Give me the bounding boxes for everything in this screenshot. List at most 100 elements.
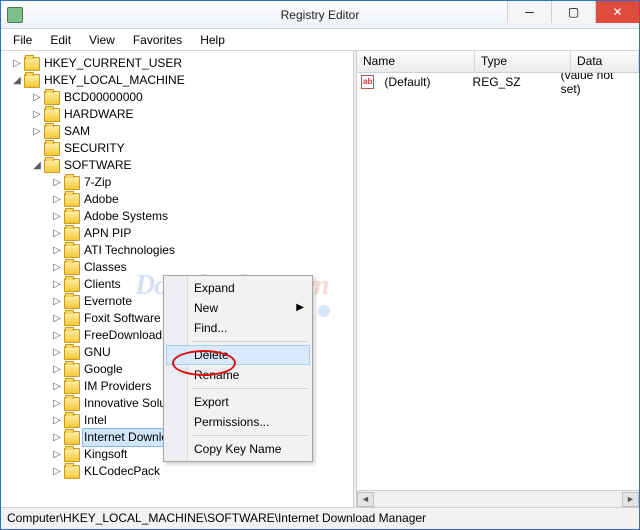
- menu-favorites[interactable]: Favorites: [125, 31, 190, 49]
- col-type[interactable]: Type: [475, 51, 571, 72]
- folder-icon: [64, 227, 80, 241]
- tree-key-software-child[interactable]: ▷ATI Technologies: [5, 242, 353, 259]
- expand-icon[interactable]: ▷: [51, 174, 63, 191]
- value-data: (value not set): [555, 73, 639, 96]
- folder-icon: [64, 210, 80, 224]
- folder-icon: [64, 244, 80, 258]
- folder-icon: [64, 414, 80, 428]
- titlebar: Registry Editor ─ ▢ ✕: [1, 1, 639, 29]
- expand-icon[interactable]: ▷: [51, 395, 63, 412]
- folder-icon: [64, 431, 80, 445]
- folder-icon: [64, 465, 80, 479]
- folder-icon: [64, 346, 80, 360]
- minimize-button[interactable]: ─: [507, 1, 551, 23]
- ctx-delete[interactable]: Delete: [166, 345, 310, 365]
- expand-icon[interactable]: ▷: [51, 293, 63, 310]
- expand-icon[interactable]: ▷: [51, 242, 63, 259]
- menubar: File Edit View Favorites Help: [1, 29, 639, 51]
- expand-icon[interactable]: ▷: [51, 446, 63, 463]
- folder-icon: [64, 278, 80, 292]
- tree-key-hkcu[interactable]: ▷ HKEY_CURRENT_USER: [5, 55, 353, 72]
- tree-key-software-child[interactable]: ▷APN PIP: [5, 225, 353, 242]
- collapse-icon[interactable]: ◢: [31, 157, 43, 174]
- separator: [192, 388, 308, 389]
- expand-icon[interactable]: ▷: [51, 378, 63, 395]
- tree-key-hardware[interactable]: ▷ HARDWARE: [5, 106, 353, 123]
- expand-icon[interactable]: ▷: [51, 310, 63, 327]
- registry-editor-window: Registry Editor ─ ▢ ✕ File Edit View Fav…: [0, 0, 640, 530]
- folder-icon: [64, 329, 80, 343]
- tree-key-software[interactable]: ◢ SOFTWARE: [5, 157, 353, 174]
- tree-key-sam[interactable]: ▷ SAM: [5, 123, 353, 140]
- ctx-copy-key-name[interactable]: Copy Key Name: [166, 439, 310, 459]
- ctx-rename[interactable]: Rename: [166, 365, 310, 385]
- tree-key-software-child[interactable]: ▷Adobe: [5, 191, 353, 208]
- ctx-find[interactable]: Find...: [166, 318, 310, 338]
- expand-icon[interactable]: ▷: [51, 259, 63, 276]
- ctx-expand[interactable]: Expand: [166, 278, 310, 298]
- tree-key-software-child[interactable]: ▷Classes: [5, 259, 353, 276]
- ctx-new[interactable]: New ▶: [166, 298, 310, 318]
- value-row[interactable]: ab (Default) REG_SZ (value not set): [357, 73, 639, 90]
- expand-icon[interactable]: ▷: [51, 429, 63, 446]
- value-name: (Default): [378, 75, 466, 89]
- folder-icon: [64, 448, 80, 462]
- menu-edit[interactable]: Edit: [42, 31, 79, 49]
- tree-key-hklm[interactable]: ◢ HKEY_LOCAL_MACHINE: [5, 72, 353, 89]
- scroll-left-icon[interactable]: ◄: [357, 492, 374, 507]
- separator: [192, 341, 308, 342]
- tree-key-software-child[interactable]: ▷Adobe Systems: [5, 208, 353, 225]
- folder-icon: [24, 57, 40, 71]
- value-header: Name Type Data: [357, 51, 639, 73]
- folder-icon: [24, 74, 40, 88]
- folder-icon: [44, 91, 60, 105]
- content-area: ▷ HKEY_CURRENT_USER ◢ HKEY_LOCAL_MACHINE…: [1, 51, 639, 507]
- expand-icon[interactable]: ▷: [51, 344, 63, 361]
- tree-key-software-child[interactable]: ▷7-Zip: [5, 174, 353, 191]
- folder-icon: [44, 142, 60, 156]
- expand-icon[interactable]: ▷: [51, 276, 63, 293]
- string-value-icon: ab: [361, 75, 374, 89]
- expand-icon[interactable]: ▷: [51, 463, 63, 480]
- status-bar: Computer\HKEY_LOCAL_MACHINE\SOFTWARE\Int…: [1, 507, 639, 529]
- expand-icon[interactable]: ▷: [51, 191, 63, 208]
- col-name[interactable]: Name: [357, 51, 475, 72]
- folder-icon: [64, 176, 80, 190]
- expand-icon[interactable]: ▷: [31, 106, 43, 123]
- folder-icon: [44, 159, 60, 173]
- ctx-permissions[interactable]: Permissions...: [166, 412, 310, 432]
- app-icon: [7, 7, 23, 23]
- horizontal-scrollbar[interactable]: ◄ ►: [357, 490, 639, 507]
- expand-icon[interactable]: ▷: [51, 361, 63, 378]
- close-button[interactable]: ✕: [595, 1, 639, 23]
- expand-icon[interactable]: ▷: [31, 123, 43, 140]
- expand-icon[interactable]: ▷: [51, 327, 63, 344]
- folder-icon: [64, 193, 80, 207]
- folder-icon: [64, 295, 80, 309]
- folder-icon: [44, 108, 60, 122]
- folder-icon: [44, 125, 60, 139]
- menu-help[interactable]: Help: [192, 31, 233, 49]
- scroll-right-icon[interactable]: ►: [622, 492, 639, 507]
- menu-view[interactable]: View: [81, 31, 123, 49]
- value-list[interactable]: ab (Default) REG_SZ (value not set): [357, 73, 639, 490]
- tree-key-bcd[interactable]: ▷ BCD00000000: [5, 89, 353, 106]
- folder-icon: [64, 363, 80, 377]
- context-menu: Expand New ▶ Find... Delete Rename Expor…: [163, 275, 313, 462]
- tree-key-software-child[interactable]: ▷KLCodecPack: [5, 463, 353, 480]
- separator: [192, 435, 308, 436]
- tree-key-security[interactable]: SECURITY: [5, 140, 353, 157]
- folder-icon: [64, 380, 80, 394]
- expand-icon[interactable]: ▷: [11, 55, 23, 72]
- expand-icon[interactable]: ▷: [51, 208, 63, 225]
- folder-icon: [64, 261, 80, 275]
- maximize-button[interactable]: ▢: [551, 1, 595, 23]
- menu-file[interactable]: File: [5, 31, 40, 49]
- ctx-export[interactable]: Export: [166, 392, 310, 412]
- expand-icon[interactable]: ▷: [31, 89, 43, 106]
- col-data[interactable]: Data: [571, 51, 639, 72]
- expand-icon[interactable]: ▷: [51, 412, 63, 429]
- expand-icon[interactable]: ▷: [51, 225, 63, 242]
- folder-icon: [64, 312, 80, 326]
- collapse-icon[interactable]: ◢: [11, 72, 23, 89]
